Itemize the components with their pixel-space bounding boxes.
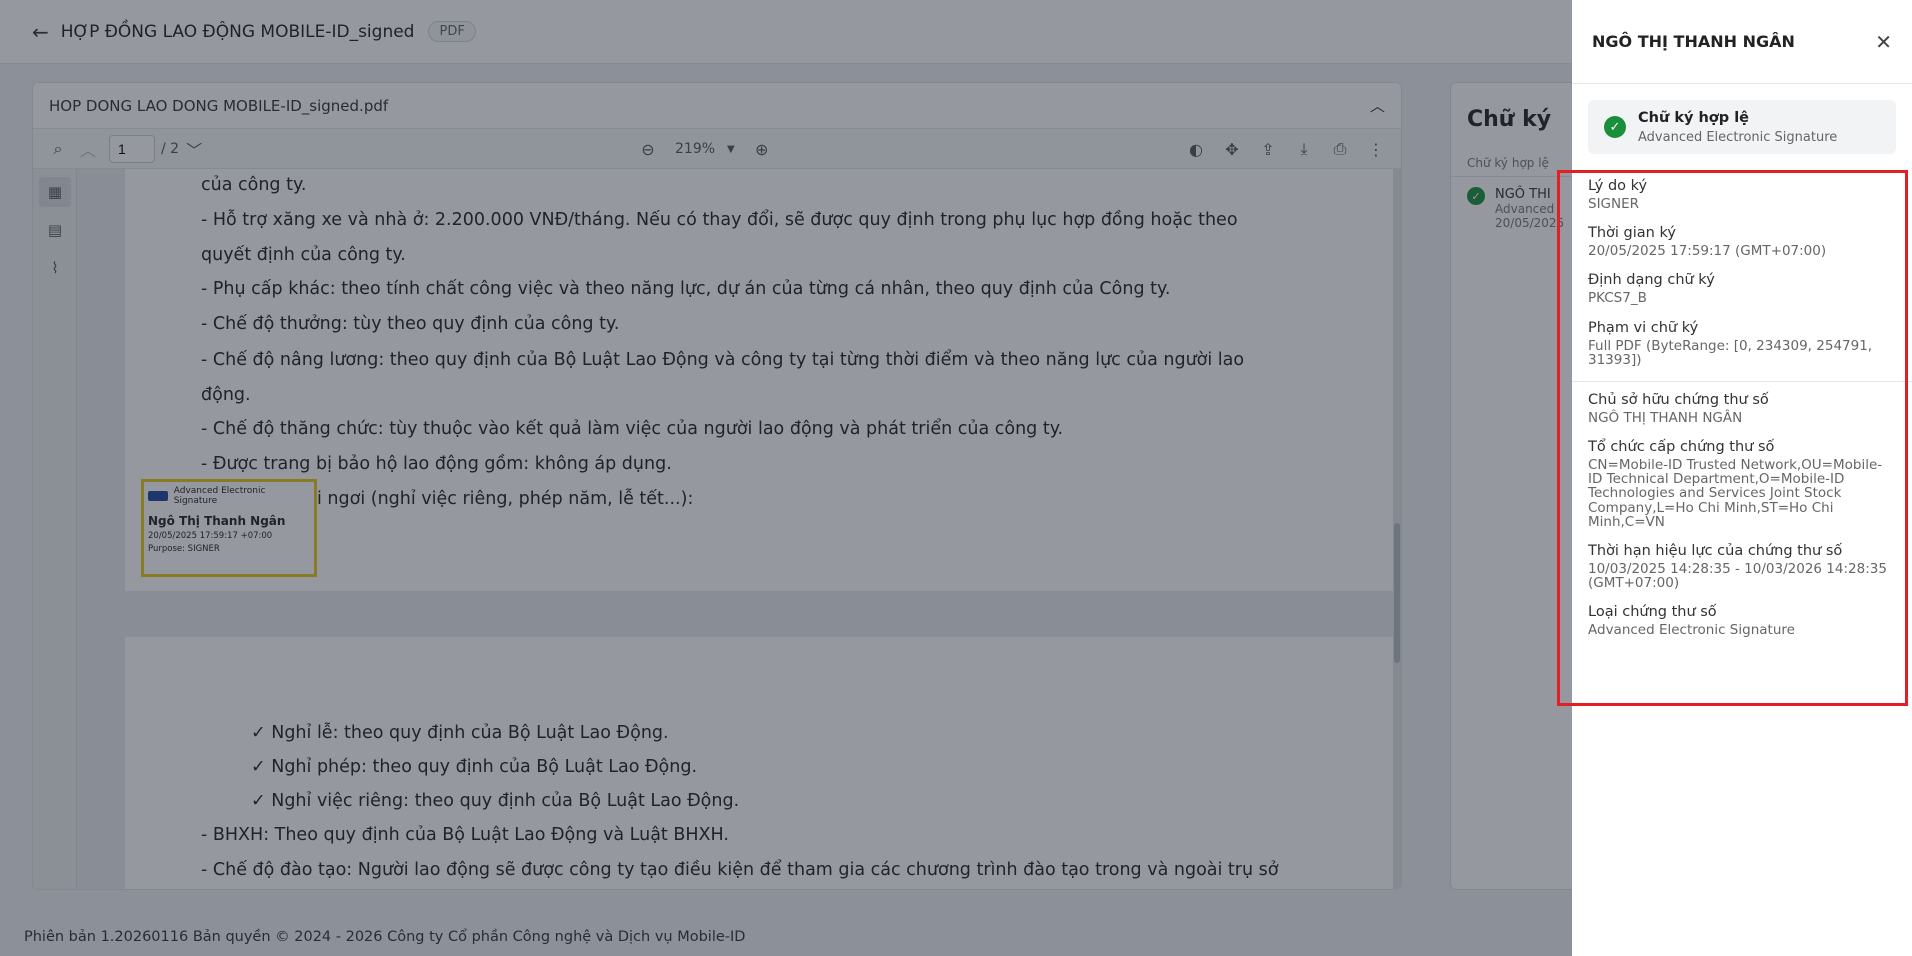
panel-title: NGÔ THỊ THANH NGÂN [1592,32,1795,51]
status-title: Chữ ký hợp lệ [1638,109,1749,126]
check-circle-icon: ✓ [1604,116,1626,138]
highlight-box [1557,170,1908,706]
validity-status: ✓ Chữ ký hợp lệ Advanced Electronic Sign… [1588,100,1896,154]
close-icon[interactable]: ✕ [1875,30,1892,54]
panel-header: NGÔ THỊ THANH NGÂN ✕ [1572,0,1912,84]
status-subtitle: Advanced Electronic Signature [1638,129,1838,145]
modal-overlay[interactable] [0,0,1572,956]
